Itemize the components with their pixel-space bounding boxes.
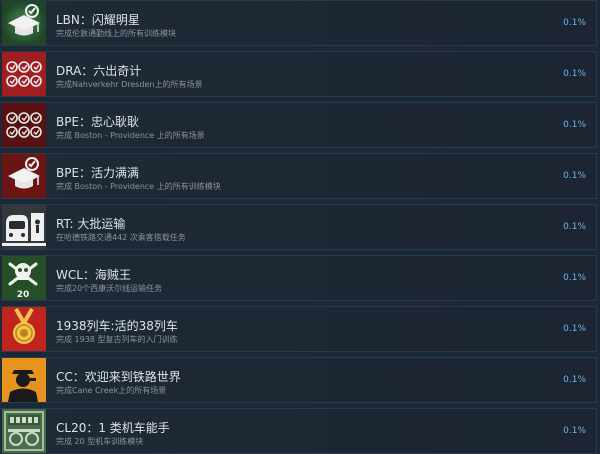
achievement-row-lbn-star[interactable]: LBN：闪耀明星 完成伦敦通勤线上的所有训练模块 0.1% xyxy=(0,0,597,46)
achievement-title: CC：欢迎来到铁路世界 xyxy=(56,370,181,384)
achievement-description: 在哈德铁路交通442 次乘客搭载任务 xyxy=(56,233,186,242)
achievement-row-rt[interactable]: RT: 大批运输 在哈德铁路交通442 次乘客搭载任务 0.1% xyxy=(0,204,597,250)
achievement-percent: 0.1% xyxy=(563,273,586,283)
achievement-row-1938[interactable]: 1938列车:活的38列车 完成 1938 型复古列车的入门训练 0.1% xyxy=(0,306,597,352)
graduation-cap-icon xyxy=(2,154,46,198)
achievement-row-dra[interactable]: DRA：六出奇计 完成Nahverkehr Dresden上的所有场景 0.1% xyxy=(0,51,597,97)
locomotive-plate-icon xyxy=(2,409,46,453)
achievement-percent: 0.1% xyxy=(563,171,586,181)
achievement-title: RT: 大批运输 xyxy=(56,217,126,231)
achievement-title: WCL：海贼王 xyxy=(56,268,131,282)
achievement-percent: 0.1% xyxy=(563,69,586,79)
achievement-percent: 0.1% xyxy=(563,18,586,28)
achievement-percent: 0.1% xyxy=(563,426,586,436)
achievement-row-bpe-loyal[interactable]: BPE：忠心耿耿 完成 Boston - Providence 上的所有场景 0… xyxy=(0,102,597,148)
achievement-description: 完成20个西康沃尔线运输任务 xyxy=(56,284,163,293)
achievement-title: CL20：1 类机车能手 xyxy=(56,421,170,435)
six-targets-icon xyxy=(2,52,46,96)
achievement-list: LBN：闪耀明星 完成伦敦通勤线上的所有训练模块 0.1% DRA：六出奇计 完… xyxy=(0,0,600,454)
achievement-description: 完成Cane Creek上的所有场景 xyxy=(56,386,167,395)
six-targets-icon xyxy=(2,103,46,147)
medal-icon xyxy=(2,307,46,351)
achievement-percent: 0.1% xyxy=(563,324,586,334)
achievement-title: BPE：忠心耿耿 xyxy=(56,115,140,129)
achievement-description: 完成 Boston - Providence 上的所有训练模块 xyxy=(56,182,221,191)
train-front-icon xyxy=(2,205,46,249)
achievement-title: DRA：六出奇计 xyxy=(56,64,142,78)
conductor-icon xyxy=(2,358,46,402)
badge-count: 20 xyxy=(17,290,30,300)
achievement-description: 完成 Boston - Providence 上的所有场景 xyxy=(56,131,205,140)
achievement-title: LBN：闪耀明星 xyxy=(56,13,140,27)
achievement-description: 完成伦敦通勤线上的所有训练模块 xyxy=(56,29,176,38)
graduation-cap-icon xyxy=(2,1,46,45)
skull-crossbones-icon: 20 xyxy=(2,256,46,300)
achievement-description: 完成Nahverkehr Dresden上的所有场景 xyxy=(56,80,203,89)
achievement-percent: 0.1% xyxy=(563,222,586,232)
achievement-percent: 0.1% xyxy=(563,120,586,130)
achievement-row-cc[interactable]: CC：欢迎来到铁路世界 完成Cane Creek上的所有场景 0.1% xyxy=(0,357,597,403)
achievement-row-wcl[interactable]: 20 WCL：海贼王 完成20个西康沃尔线运输任务 0.1% xyxy=(0,255,597,301)
achievement-title: BPE：活力满满 xyxy=(56,166,140,180)
achievement-row-bpe-energetic[interactable]: BPE：活力满满 完成 Boston - Providence 上的所有训练模块… xyxy=(0,153,597,199)
achievement-title: 1938列车:活的38列车 xyxy=(56,319,178,333)
achievement-percent: 0.1% xyxy=(563,375,586,385)
achievement-row-cl20[interactable]: CL20：1 类机车能手 完成 20 型机车训练模块 0.1% xyxy=(0,408,597,454)
achievement-description: 完成 1938 型复古列车的入门训练 xyxy=(56,335,178,344)
achievement-description: 完成 20 型机车训练模块 xyxy=(56,437,144,446)
